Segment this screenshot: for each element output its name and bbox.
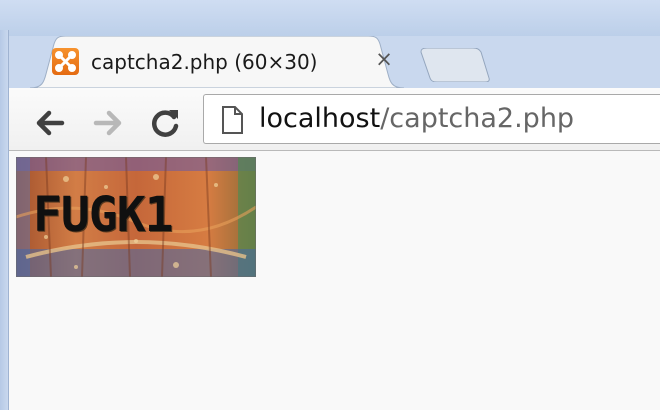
- address-bar[interactable]: localhost/captcha2.php: [203, 94, 660, 144]
- xampp-icon: [52, 48, 79, 75]
- document-icon: [221, 106, 243, 134]
- new-tab-icon[interactable]: [419, 48, 491, 82]
- window-frame: [0, 0, 660, 36]
- close-icon[interactable]: ×: [373, 48, 395, 70]
- captcha-text: FUGK1: [33, 187, 173, 243]
- captcha-image: FUGK1: [16, 157, 256, 277]
- page-content: FUGK1: [9, 151, 660, 410]
- forward-arrow-icon[interactable]: [91, 106, 125, 140]
- tab-active[interactable]: captcha2.php (60×30) ×: [30, 36, 404, 88]
- reload-icon[interactable]: [149, 106, 183, 140]
- window-left-border: [0, 30, 9, 410]
- url-text[interactable]: localhost/captcha2.php: [259, 103, 574, 134]
- url-host: localhost: [259, 103, 381, 134]
- url-path: /captcha2.php: [380, 103, 575, 134]
- back-arrow-icon[interactable]: [33, 106, 67, 140]
- toolbar: localhost/captcha2.php: [9, 88, 660, 151]
- tab-title: captcha2.php (60×30): [91, 50, 318, 74]
